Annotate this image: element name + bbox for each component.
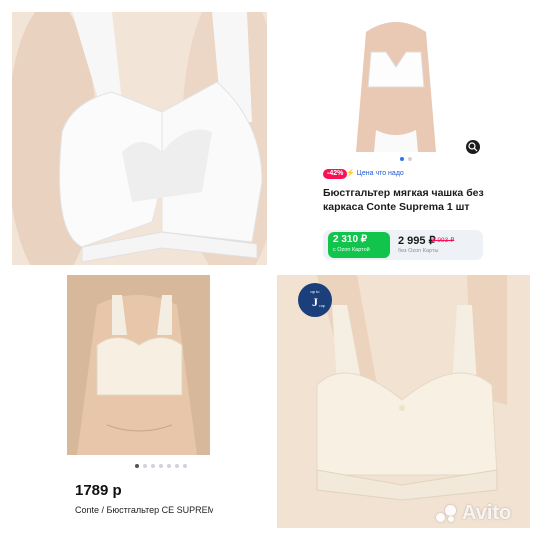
discount-badge: -42% [323,169,348,179]
ozon-card-caption: с Ozon Картой [333,247,370,253]
regular-price: 2 995 ₽ [398,235,436,247]
brand-logo-badge: up to J cup [298,283,332,317]
carousel-dot[interactable] [143,464,147,468]
similar-search-icon[interactable] [466,140,480,154]
carousel-dot[interactable] [400,157,404,161]
avito-watermark: Avito [436,502,511,525]
product-price: 1789 р [75,482,122,499]
bra-image [346,12,446,152]
product-photo-top-left [12,12,267,265]
price-label-badge: ⚡ Цена что надо [346,170,404,177]
lightning-icon: ⚡ [346,170,355,177]
carousel-dots [135,464,187,468]
ozon-card-price-button[interactable]: 2 310 ₽ с Ozon Картой [328,232,390,258]
bra-image [67,275,210,455]
bra-image [12,12,267,265]
product-photo-bottom-left [67,275,210,455]
without-card-caption: без Ozon Карты [398,248,439,254]
old-price: 3 993 ₽ [432,237,455,244]
carousel-dot[interactable] [151,464,155,468]
product-photo-top-right [346,12,446,152]
carousel-dot[interactable] [159,464,163,468]
ozon-card-price: 2 310 ₽ [333,234,368,245]
carousel-dot[interactable] [408,157,412,161]
carousel-dot[interactable] [183,464,187,468]
product-name[interactable]: Conte / Бюстгальтер CE SUPREM [75,505,213,515]
carousel-dot[interactable] [135,464,139,468]
carousel-dot[interactable] [175,464,179,468]
avito-logo-icon [436,504,458,523]
carousel-dot[interactable] [167,464,171,468]
carousel-dots [400,157,412,161]
product-title[interactable]: Бюстгальтер мягкая чашка без каркаса Con… [323,186,503,214]
